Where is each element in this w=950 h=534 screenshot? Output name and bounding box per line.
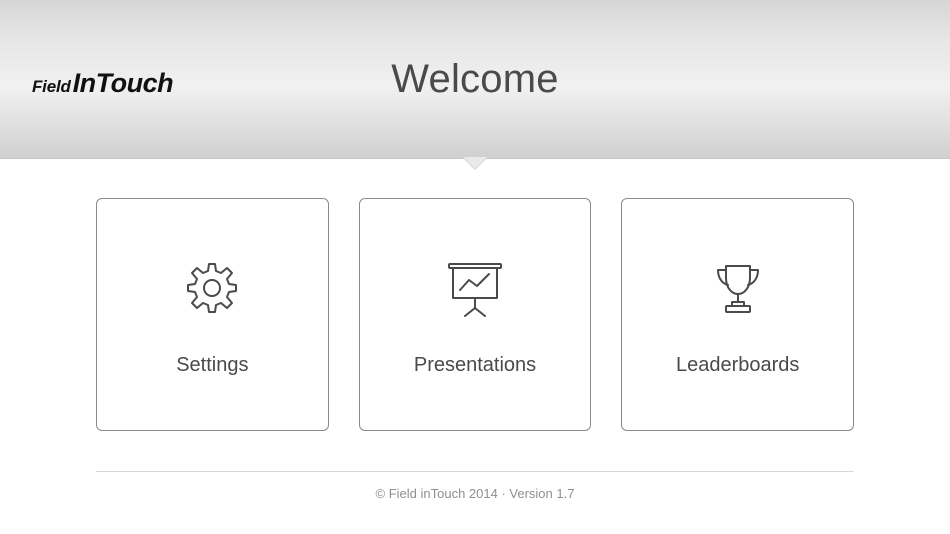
brand-part3: Touch (96, 68, 174, 98)
trophy-icon (708, 252, 768, 324)
brand-logo: FieldInTouch (32, 68, 173, 99)
footer-text: © Field inTouch 2014 · Version 1.7 (0, 472, 950, 501)
header: FieldInTouch Welcome (0, 0, 950, 159)
presentation-icon (443, 252, 507, 324)
chevron-down-icon (462, 157, 488, 170)
tile-label: Leaderboards (676, 354, 799, 377)
tile-grid: Settings Presentations (0, 159, 950, 431)
tile-label: Presentations (414, 354, 536, 377)
gear-icon (184, 252, 240, 324)
tile-settings[interactable]: Settings (96, 198, 329, 431)
tile-presentations[interactable]: Presentations (359, 198, 592, 431)
brand-part1: Field (32, 77, 71, 96)
tile-label: Settings (176, 354, 248, 377)
tile-leaderboards[interactable]: Leaderboards (621, 198, 854, 431)
brand-part2: In (73, 68, 96, 98)
